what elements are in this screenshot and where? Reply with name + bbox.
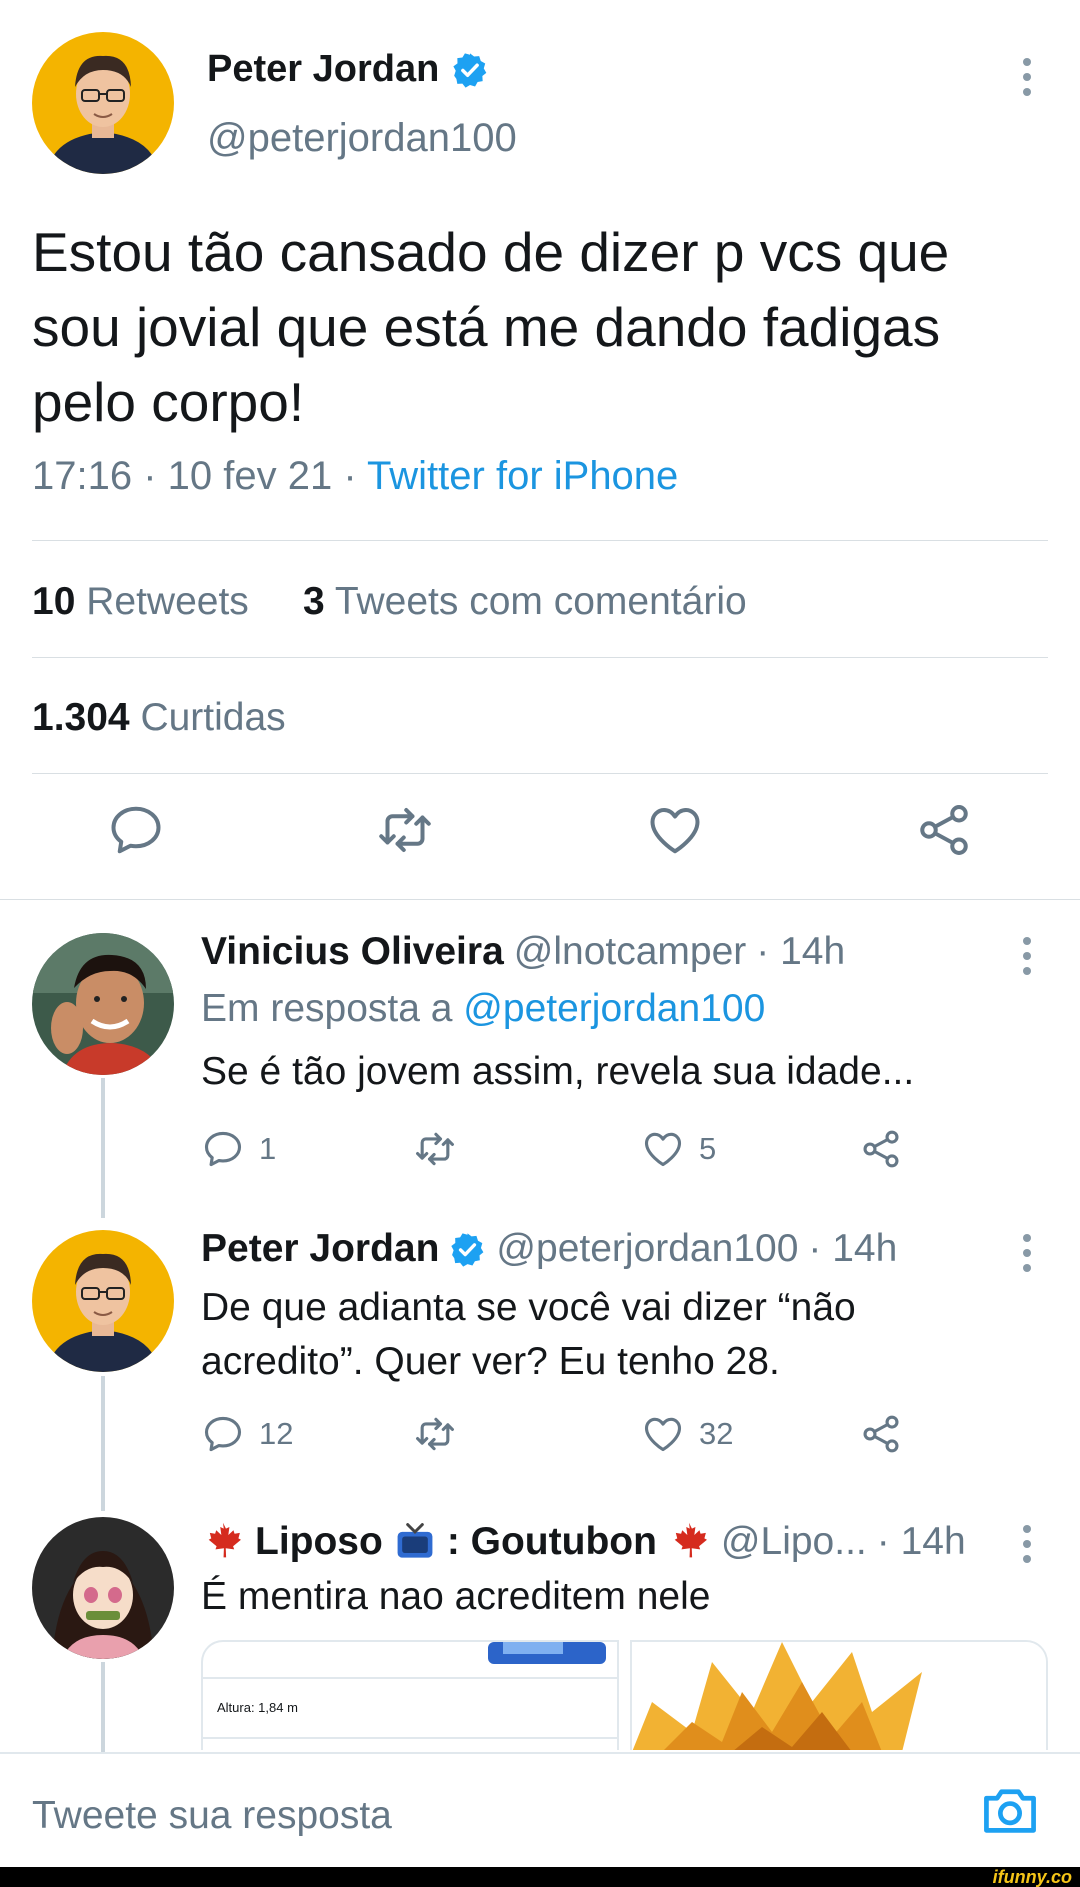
reply-compose-input[interactable]: Tweete sua resposta: [32, 1794, 392, 1838]
reply-author-name[interactable]: Peter Jordan: [201, 1227, 439, 1271]
retweet-icon[interactable]: [375, 800, 435, 860]
reply-text: Se é tão jovem assim, revela sua idade..…: [201, 1050, 915, 1093]
quotes-stat[interactable]: 3 Tweets com comentário: [303, 580, 747, 623]
reply-bubble-icon[interactable]: [106, 800, 166, 860]
author-name[interactable]: Peter Jordan: [207, 48, 489, 91]
reply-timestamp: · 14h: [876, 1520, 966, 1563]
verified-badge-icon: [451, 1232, 484, 1267]
reply-text: É mentira nao acreditem nele: [201, 1575, 711, 1618]
reply-header: Vinicius Oliveira @lnotcamper · 14h: [201, 930, 845, 974]
reply-count: 12: [259, 1416, 294, 1451]
media-image: [203, 1642, 617, 1739]
share-icon: [863, 1415, 899, 1453]
divider: [32, 773, 1048, 774]
reply-author-name[interactable]: Liposo: [255, 1520, 383, 1564]
divider: [32, 657, 1048, 658]
retweets-label: Retweets: [86, 580, 249, 623]
reply-author-avatar[interactable]: [32, 933, 174, 1075]
reply-context-handle[interactable]: @peterjordan100: [463, 987, 765, 1030]
thread-line: [101, 1662, 105, 1752]
thread-line: [101, 1376, 105, 1511]
media-preview-right[interactable]: [630, 1640, 1048, 1750]
retweet-stats: 10 Retweets 3 Tweets com comentário: [32, 580, 747, 624]
divider: [32, 540, 1048, 541]
likes-count: 1.304: [32, 696, 130, 739]
heart-icon[interactable]: [645, 800, 705, 860]
verified-badge-icon: [453, 52, 487, 88]
reply-author-name[interactable]: Vinicius Oliveira: [201, 930, 504, 974]
reply-timestamp: · 14h: [756, 930, 846, 973]
like-count: 5: [699, 1131, 717, 1166]
author-name-text[interactable]: Peter Jordan: [207, 48, 439, 91]
reply-author-avatar[interactable]: [32, 1230, 174, 1372]
retweet-button[interactable]: [413, 1127, 457, 1171]
more-vertical-icon[interactable]: [1020, 1234, 1034, 1272]
author-handle[interactable]: @peterjordan100: [207, 116, 517, 161]
share-button[interactable]: [859, 1412, 903, 1456]
media-image: [632, 1642, 1046, 1750]
reply-count: 1: [259, 1131, 277, 1166]
reply-author-handle[interactable]: @Lipo...: [721, 1520, 867, 1564]
reply-bubble-icon: [204, 1416, 242, 1452]
share-button[interactable]: [859, 1127, 903, 1171]
reply-header: Peter Jordan @peterjordan100 · 14h: [201, 1227, 897, 1271]
author-avatar[interactable]: [32, 32, 174, 174]
heart-icon: [644, 1132, 682, 1167]
like-button[interactable]: 32: [641, 1412, 733, 1456]
reply-bubble-icon: [204, 1131, 242, 1167]
share-icon[interactable]: [914, 800, 974, 860]
more-vertical-icon[interactable]: [1020, 1525, 1034, 1563]
more-vertical-icon[interactable]: [1020, 937, 1034, 975]
retweet-icon: [416, 1132, 454, 1166]
retweets-count: 10: [32, 580, 76, 623]
reply-author-handle[interactable]: @peterjordan100: [496, 1227, 798, 1271]
likes-stat[interactable]: 1.304 Curtidas: [32, 696, 286, 740]
quotes-count: 3: [303, 580, 325, 623]
share-icon: [863, 1130, 899, 1168]
retweets-stat[interactable]: 10 Retweets: [32, 580, 249, 623]
more-vertical-icon[interactable]: [1020, 58, 1034, 96]
media-caption: Altura: 1,84 m: [217, 1700, 298, 1715]
reply-author-avatar[interactable]: [32, 1517, 174, 1659]
reply-compose-bar: Tweete sua resposta: [0, 1752, 1080, 1867]
maple-leaf-icon: [208, 1522, 241, 1558]
media-preview-left[interactable]: Altura: 1,84 m: [201, 1640, 619, 1750]
reply-author-name-suffix[interactable]: : Goutubon: [447, 1520, 657, 1564]
tweet-text: Estou tão cansado de dizer p vcs que sou…: [32, 221, 950, 433]
reply-button[interactable]: 12: [201, 1412, 293, 1456]
heart-icon: [644, 1417, 682, 1452]
retweet-button[interactable]: [413, 1412, 457, 1456]
reply-context-label: Em resposta a: [201, 987, 453, 1030]
tweet-timestamp: 17:16 · 10 fev 21 ·: [32, 454, 368, 498]
watermark-logo: ifunny.co: [992, 1867, 1072, 1887]
camera-icon[interactable]: [980, 1782, 1040, 1838]
reply-text: De que adianta se você vai dizer “não ac…: [201, 1286, 856, 1383]
like-button[interactable]: 5: [641, 1127, 716, 1171]
main-tweet-header: Peter Jordan @peterjordan100: [0, 0, 1080, 190]
television-icon: [397, 1523, 433, 1558]
thread-line: [101, 1078, 105, 1218]
tweet-client-link[interactable]: Twitter for iPhone: [367, 454, 678, 498]
like-count: 32: [699, 1416, 734, 1451]
divider: [0, 899, 1080, 900]
retweet-icon: [416, 1417, 454, 1451]
maple-leaf-icon: [674, 1522, 707, 1558]
reply-action-bar: 1 5: [201, 1127, 921, 1175]
reply-timestamp: · 14h: [808, 1227, 898, 1270]
reply-context: Em resposta a @peterjordan100: [201, 987, 765, 1031]
reply-header: Liposo : Goutubon @Lipo... · 14h: [201, 1520, 966, 1564]
watermark-bar: ifunny.co: [0, 1867, 1080, 1887]
tweet-action-bar: [0, 800, 1080, 875]
reply-button[interactable]: 1: [201, 1127, 276, 1171]
reply-author-handle[interactable]: @lnotcamper: [514, 930, 747, 974]
likes-label: Curtidas: [140, 696, 286, 739]
quotes-label: Tweets com comentário: [334, 580, 747, 623]
reply-action-bar: 12 32: [201, 1412, 921, 1460]
tweet-meta: 17:16 · 10 fev 21 · Twitter for iPhone: [32, 454, 678, 499]
